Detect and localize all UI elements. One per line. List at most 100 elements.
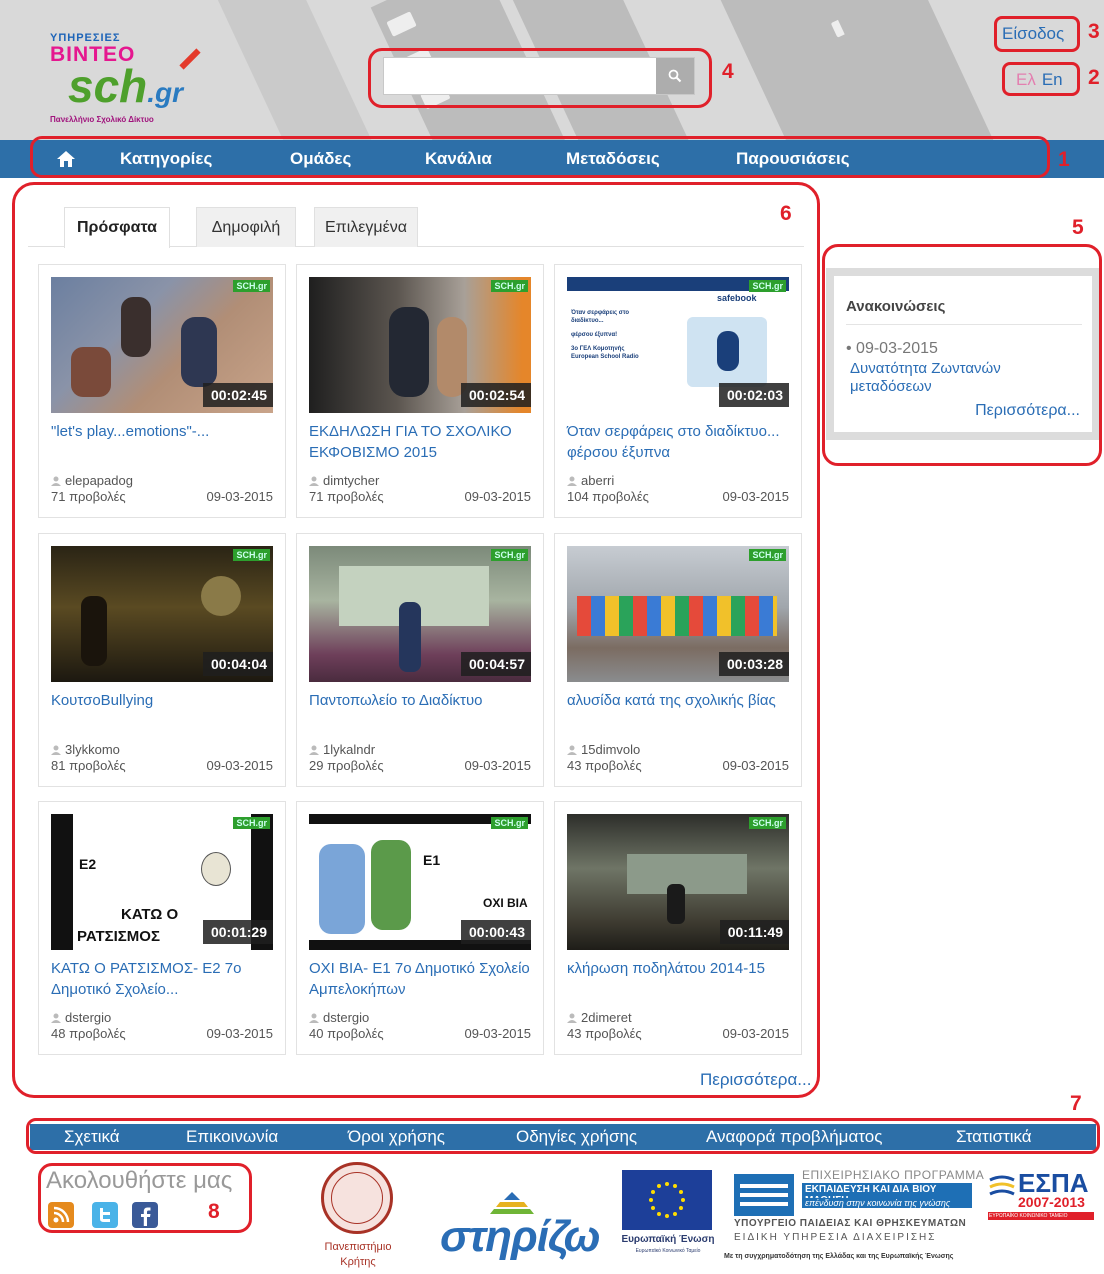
site-logo[interactable]: ΥΠΗΡΕΣΙΕΣ ΒΙΝΤΕΟ sch.gr Πανελλήνιο Σχολι… (50, 32, 210, 136)
thumbnail-border (51, 814, 73, 950)
video-duration: 00:04:57 (460, 652, 531, 676)
more-videos-link[interactable]: Περισσότερα... (700, 1070, 811, 1090)
login-link[interactable]: Είσοδος (1002, 24, 1064, 44)
video-card[interactable]: SCH.gr 00:03:28 αλυσίδα κατά της σχολική… (554, 533, 802, 787)
operational-programme-logo[interactable]: ΕΠΙΧΕΙΡΗΣΙΑΚΟ ΠΡΟΓΡΑΜΜΑ ΕΚΠΑΙΔΕΥΣΗ ΚΑΙ Δ… (724, 1166, 994, 1266)
footer-link-guide[interactable]: Οδηγίες χρήσης (516, 1127, 637, 1147)
search-button[interactable] (656, 58, 694, 94)
thumbnail-brand: safebook (717, 293, 757, 303)
announcement-link[interactable]: Δυνατότητα Ζωντανών μεταδόσεων (850, 360, 1050, 396)
thumbnail-figure (389, 307, 429, 397)
video-views: 40 προβολές (309, 1026, 384, 1041)
video-thumbnail[interactable]: SCH.gr 00:11:49 (567, 814, 789, 950)
video-uploader: dstergio (309, 1010, 369, 1025)
thumbnail-figure (71, 347, 111, 397)
video-date: 09-03-2015 (464, 758, 532, 773)
footer-link-about[interactable]: Σχετικά (64, 1127, 120, 1147)
lang-english[interactable]: En (1042, 70, 1063, 89)
main-nav: Κατηγορίες Ομάδες Κανάλια Μεταδόσεις Παρ… (0, 140, 1104, 178)
video-title[interactable]: Παντοπωλείο το Διαδίκτυο (309, 690, 533, 711)
tab-recent[interactable]: Πρόσφατα (64, 207, 170, 248)
video-thumbnail[interactable]: safebook Όταν σερφάρεις στο διαδίκτυο...… (567, 277, 789, 413)
video-duration: 00:00:43 (460, 920, 531, 944)
video-thumbnail[interactable]: SCH.gr 00:02:54 (309, 277, 531, 413)
video-title[interactable]: ΚουτσοBullying (51, 690, 275, 711)
video-title[interactable]: Όταν σερφάρεις στο διαδίκτυο... φέρσου έ… (567, 421, 791, 463)
thumbnail-figure (577, 596, 777, 636)
film-strip-decoration (203, 0, 377, 140)
eu-flag-icon (622, 1170, 712, 1230)
eu-logo[interactable]: Ευρωπαϊκή Ένωση Ευρωπαϊκό Κοινωνικό Ταμε… (620, 1170, 715, 1256)
video-duration: 00:03:28 (718, 652, 789, 676)
home-icon[interactable] (56, 150, 76, 168)
nav-item-broadcasts[interactable]: Μεταδόσεις (566, 149, 660, 169)
rss-icon[interactable] (48, 1202, 74, 1228)
tab-popular[interactable]: Δημοφιλή (196, 207, 296, 247)
espa-logo[interactable]: ΕΣΠΑ 2007-2013 ΕΥΡΩΠΑΪΚΟ ΚΟΙΝΩΝΙΚΟ ΤΑΜΕΙ… (988, 1168, 1094, 1228)
annotation-number-1: 1 (1058, 148, 1070, 171)
video-date: 09-03-2015 (722, 758, 790, 773)
op-line5: ΕΙΔΙΚΗ ΥΠΗΡΕΣΙΑ ΔΙΑΧΕΙΡΙΣΗΣ (734, 1232, 937, 1243)
espa-symbol-icon (989, 1175, 1015, 1196)
facebook-icon[interactable] (132, 1202, 158, 1228)
video-thumbnail[interactable]: SCH.gr 00:04:04 (51, 546, 273, 682)
nav-item-categories[interactable]: Κατηγορίες (120, 149, 212, 169)
logo-tagline: Πανελλήνιο Σχολικό Δίκτυο (50, 115, 154, 124)
footer-link-contact[interactable]: Επικοινωνία (186, 1127, 278, 1147)
video-date: 09-03-2015 (464, 489, 532, 504)
lang-greek[interactable]: Ελ (1016, 70, 1036, 89)
video-title[interactable]: ΟΧΙ ΒΙΑ- Ε1 7ο Δημοτικό Σχολείο Αμπελοκή… (309, 958, 533, 1000)
university-crete-logo[interactable]: Πανεπιστήμιο Κρήτης (313, 1162, 401, 1274)
footer-link-report[interactable]: Αναφορά προβλήματος (706, 1127, 882, 1147)
video-card[interactable]: Ε1 ΟΧΙ ΒΙΑ SCH.gr 00:00:43 ΟΧΙ ΒΙΑ- Ε1 7… (296, 801, 544, 1055)
op-symbol-icon (734, 1174, 794, 1216)
tab-featured[interactable]: Επιλεγμένα (314, 207, 418, 247)
video-title[interactable]: ΚΑΤΩ Ο ΡΑΤΣΙΣΜΟΣ- Ε2 7ο Δημοτικό Σχολείο… (51, 958, 275, 1000)
video-title[interactable]: κλήρωση ποδηλάτου 2014-15 (567, 958, 791, 979)
thumbnail-text: Ε1 (423, 852, 441, 868)
video-thumbnail[interactable]: SCH.gr 00:02:45 (51, 277, 273, 413)
video-views: 43 προβολές (567, 758, 642, 773)
user-icon (309, 745, 319, 755)
announcements-panel: Ανακοινώσεις • 09-03-2015 Δυνατότητα Ζων… (826, 268, 1100, 440)
search-input[interactable] (384, 58, 656, 94)
channel-badge: SCH.gr (491, 549, 528, 561)
video-card[interactable]: safebook Όταν σερφάρεις στο διαδίκτυο...… (554, 264, 802, 518)
video-title[interactable]: "let's play...emotions"-... (51, 421, 275, 442)
stirizo-logo[interactable]: στηρίζω (440, 1192, 610, 1262)
video-duration: 00:02:54 (460, 383, 531, 407)
thumbnail-figure (81, 596, 107, 666)
footer-link-terms[interactable]: Όροι χρήσης (348, 1127, 445, 1147)
twitter-icon[interactable] (92, 1202, 118, 1228)
video-card[interactable]: SCH.gr 00:02:54 ΕΚΔΗΛΩΣΗ ΓΙΑ ΤΟ ΣΧΟΛΙΚΟ … (296, 264, 544, 518)
video-thumbnail[interactable]: SCH.gr 00:04:57 (309, 546, 531, 682)
video-card[interactable]: SCH.gr 00:04:57 Παντοπωλείο το Διαδίκτυο… (296, 533, 544, 787)
video-card[interactable]: Ε2 ΚΑΤΩ Ο ΡΑΤΣΙΣΜΟΣ SCH.gr 00:01:29 ΚΑΤΩ … (38, 801, 286, 1055)
announcements-more-link[interactable]: Περισσότερα... (975, 402, 1080, 420)
video-date: 09-03-2015 (206, 1026, 274, 1041)
video-card[interactable]: SCH.gr 00:02:45 "let's play...emotions"-… (38, 264, 286, 518)
channel-badge: SCH.gr (491, 817, 528, 829)
video-views: 71 προβολές (51, 489, 126, 504)
user-icon (309, 476, 319, 486)
channel-badge: SCH.gr (749, 280, 786, 292)
video-uploader: dimtycher (309, 473, 379, 488)
video-title[interactable]: αλυσίδα κατά της σχολικής βίας (567, 690, 791, 711)
video-thumbnail[interactable]: Ε1 ΟΧΙ ΒΙΑ SCH.gr 00:00:43 (309, 814, 531, 950)
university-seal-inner (331, 1172, 383, 1224)
video-thumbnail[interactable]: Ε2 ΚΑΤΩ Ο ΡΑΤΣΙΣΜΟΣ SCH.gr 00:01:29 (51, 814, 273, 950)
video-thumbnail[interactable]: SCH.gr 00:03:28 (567, 546, 789, 682)
video-views: 29 προβολές (309, 758, 384, 773)
annotation-number-7: 7 (1070, 1092, 1082, 1115)
video-date: 09-03-2015 (722, 1026, 790, 1041)
video-card[interactable]: SCH.gr 00:11:49 κλήρωση ποδηλάτου 2014-1… (554, 801, 802, 1055)
video-card[interactable]: SCH.gr 00:04:04 ΚουτσοBullying 3lykkomo … (38, 533, 286, 787)
nav-item-presentations[interactable]: Παρουσιάσεις (736, 149, 850, 169)
nav-item-groups[interactable]: Ομάδες (290, 149, 351, 169)
video-uploader: 3lykkomo (51, 742, 120, 757)
footer-link-stats[interactable]: Στατιστικά (956, 1127, 1032, 1147)
video-uploader: 15dimvolo (567, 742, 640, 757)
nav-item-channels[interactable]: Κανάλια (425, 149, 492, 169)
thumbnail-figure (399, 602, 421, 672)
video-title[interactable]: ΕΚΔΗΛΩΣΗ ΓΙΑ ΤΟ ΣΧΟΛΙΚΟ ΕΚΦΟΒΙΣΜΟ 2015 (309, 421, 533, 463)
